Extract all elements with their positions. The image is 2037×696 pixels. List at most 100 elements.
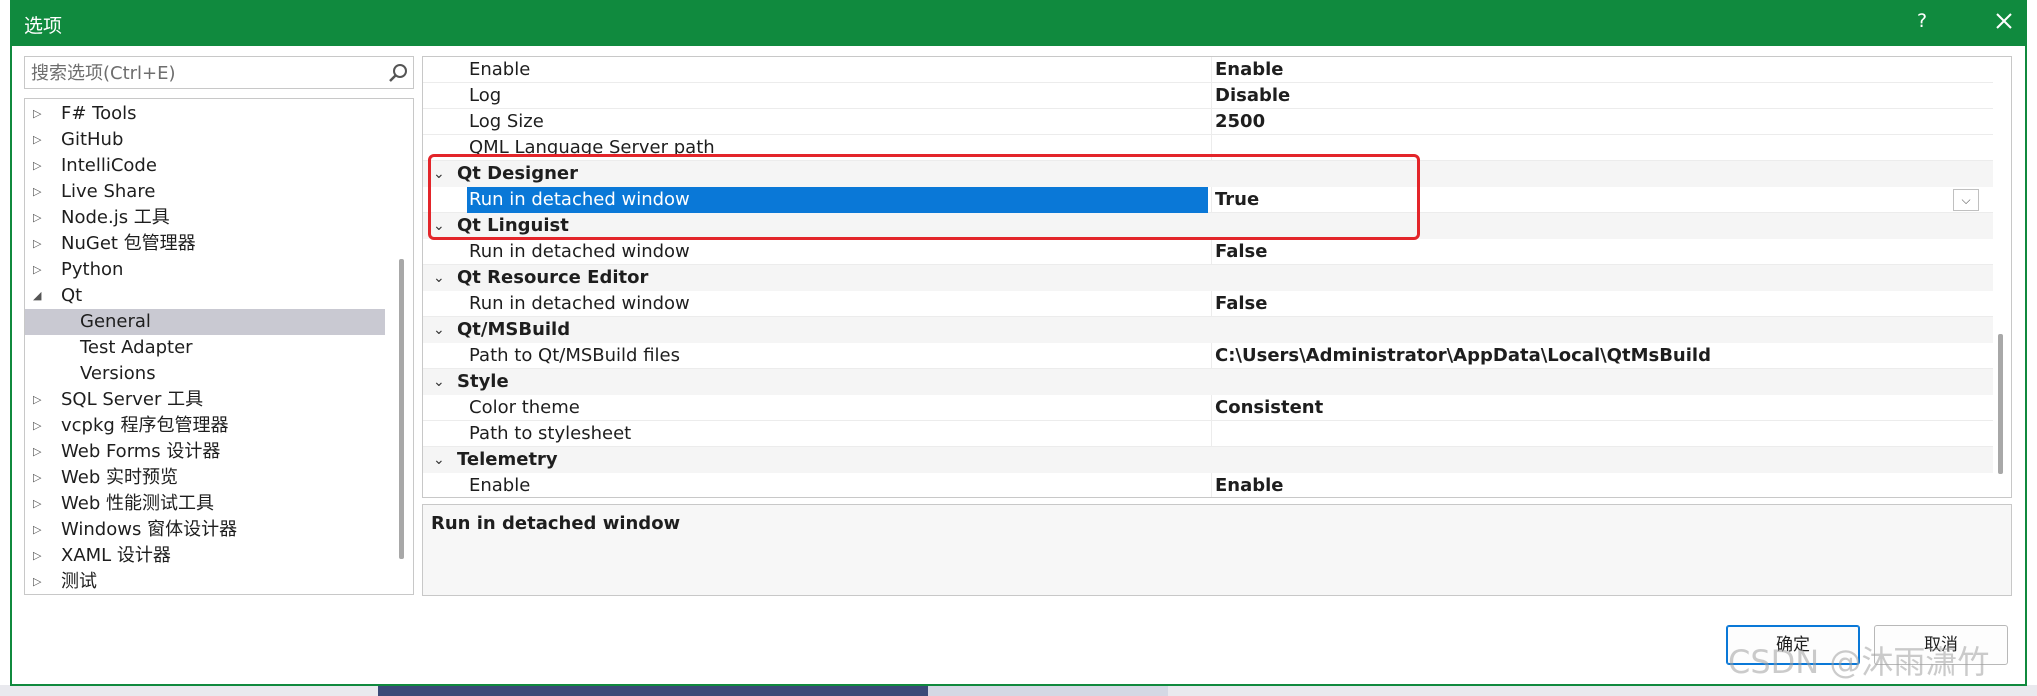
property-row[interactable]: Log Disable: [423, 83, 1993, 109]
background-app-taskbar: [0, 685, 2037, 696]
property-name: QML Language Server path: [469, 137, 715, 158]
property-name: Run in detached window: [469, 293, 690, 314]
property-name: Enable: [469, 475, 531, 496]
property-value[interactable]: [1213, 421, 1993, 447]
column-divider: [1211, 57, 1212, 83]
title-bar: 选项 ?: [12, 0, 2027, 46]
collapse-chevron-icon[interactable]: ⌄: [433, 265, 445, 291]
property-row[interactable]: Path to stylesheet: [423, 421, 1993, 447]
property-value[interactable]: Enable: [1213, 473, 1993, 497]
tree-item[interactable]: ▷ F# Tools: [25, 101, 385, 127]
property-value[interactable]: Enable: [1213, 57, 1993, 83]
category-row[interactable]: ⌄ Qt Resource Editor: [423, 265, 1993, 291]
expand-arrow-icon[interactable]: ▷: [33, 439, 45, 465]
tree-item[interactable]: General: [25, 309, 385, 335]
property-value[interactable]: False: [1213, 239, 1993, 265]
tree-item-label: General: [80, 311, 151, 332]
category-row[interactable]: ⌄ Style: [423, 369, 1993, 395]
property-name: Enable: [469, 59, 531, 80]
tree-item[interactable]: ▷ Web Forms 设计器: [25, 439, 385, 465]
property-grid: Enable Enable ⌄ Telemetry Path to stylesheet…: [422, 56, 2012, 498]
category-row[interactable]: ⌄ Telemetry: [423, 447, 1993, 473]
expand-arrow-icon[interactable]: ▷: [33, 153, 45, 179]
expand-arrow-icon[interactable]: ▷: [33, 491, 45, 517]
tree-item[interactable]: ▷ Node.js 工具: [25, 205, 385, 231]
collapse-chevron-icon[interactable]: ⌄: [433, 447, 445, 473]
help-button[interactable]: ?: [1917, 10, 1927, 32]
property-row[interactable]: Run in detached window False: [423, 239, 1993, 265]
tree-item[interactable]: ▷ 测试: [25, 569, 385, 594]
search-input[interactable]: [31, 61, 371, 85]
tree-item[interactable]: ▷ Web 实时预览: [25, 465, 385, 491]
property-value[interactable]: 2500: [1213, 109, 1993, 135]
expand-arrow-icon[interactable]: ▷: [33, 387, 45, 413]
tree-item-label: F# Tools: [61, 103, 137, 124]
collapse-chevron-icon[interactable]: ⌄: [433, 213, 445, 239]
tree-item[interactable]: Versions: [25, 361, 385, 387]
tree-item-label: GitHub: [61, 129, 124, 150]
collapse-chevron-icon[interactable]: ⌄: [433, 317, 445, 343]
property-row[interactable]: Log Size 2500: [423, 109, 1993, 135]
tree-item[interactable]: ▷ Python: [25, 257, 385, 283]
search-icon[interactable]: [387, 62, 409, 84]
close-button[interactable]: [1989, 6, 2019, 36]
expand-arrow-icon[interactable]: ▷: [33, 127, 45, 153]
tree-item-label: Web Forms 设计器: [61, 441, 221, 462]
collapse-chevron-icon[interactable]: ⌄: [433, 161, 445, 187]
tree-item-label: Live Share: [61, 181, 156, 202]
expand-arrow-icon[interactable]: ▷: [33, 205, 45, 231]
tree-item[interactable]: ▷ Windows 窗体设计器: [25, 517, 385, 543]
property-row[interactable]: Enable Enable: [423, 57, 1993, 83]
tree-item-label: Qt: [61, 285, 83, 306]
property-value[interactable]: Disable: [1213, 83, 1993, 109]
expand-arrow-icon[interactable]: ▷: [33, 569, 45, 594]
category-label: Telemetry: [457, 449, 558, 470]
property-value[interactable]: [1213, 135, 1993, 161]
tree-item[interactable]: Test Adapter: [25, 335, 385, 361]
property-row[interactable]: Color theme Consistent: [423, 395, 1993, 421]
category-row[interactable]: ⌄ Qt Designer: [423, 161, 1993, 187]
expand-arrow-icon[interactable]: ▷: [33, 517, 45, 543]
tree-item[interactable]: ▷ XAML 设计器: [25, 543, 385, 569]
tree-item[interactable]: ▷ NuGet 包管理器: [25, 231, 385, 257]
chevron-down-icon[interactable]: ⌵: [1953, 189, 1979, 211]
category-label: Qt Designer: [457, 163, 578, 184]
collapse-chevron-icon[interactable]: ⌄: [433, 369, 445, 395]
property-row[interactable]: Run in detached window True ⌵: [423, 187, 1993, 213]
category-row[interactable]: ⌄ Qt Linguist: [423, 213, 1993, 239]
column-divider: [1211, 83, 1212, 109]
tree-item[interactable]: ▷ SQL Server 工具: [25, 387, 385, 413]
tree-item-label: Web 性能测试工具: [61, 493, 214, 514]
tree-item[interactable]: ▷ vcpkg 程序包管理器: [25, 413, 385, 439]
column-divider: [1211, 421, 1212, 447]
tree-item[interactable]: ▷ GitHub: [25, 127, 385, 153]
tree-item[interactable]: ▷ Live Share: [25, 179, 385, 205]
collapse-arrow-icon[interactable]: ◢: [33, 283, 45, 309]
tree-item-label: NuGet 包管理器: [61, 233, 196, 254]
property-value[interactable]: C:\Users\Administrator\AppData\Local\QtM…: [1213, 343, 1993, 369]
tree-item[interactable]: ◢ Qt: [25, 283, 385, 309]
grid-scrollbar[interactable]: [1998, 334, 2003, 474]
expand-arrow-icon[interactable]: ▷: [33, 179, 45, 205]
property-name: Path to Qt/MSBuild files: [469, 345, 680, 366]
property-value[interactable]: Consistent: [1213, 395, 1993, 421]
tree-scrollbar[interactable]: [399, 259, 404, 559]
property-row[interactable]: Enable Enable: [423, 473, 1993, 497]
tree-item[interactable]: ▷ Web 性能测试工具: [25, 491, 385, 517]
property-row[interactable]: Run in detached window False: [423, 291, 1993, 317]
property-name: Path to stylesheet: [469, 423, 632, 444]
property-row[interactable]: Path to Qt/MSBuild files C:\Users\Adminis…: [423, 343, 1993, 369]
property-row[interactable]: QML Language Server path: [423, 135, 1993, 161]
expand-arrow-icon[interactable]: ▷: [33, 465, 45, 491]
tree-item[interactable]: ▷ IntelliCode: [25, 153, 385, 179]
expand-arrow-icon[interactable]: ▷: [33, 543, 45, 569]
column-divider: [1211, 395, 1212, 421]
property-name: Log: [469, 85, 502, 106]
expand-arrow-icon[interactable]: ▷: [33, 101, 45, 127]
expand-arrow-icon[interactable]: ▷: [33, 413, 45, 439]
category-row[interactable]: ⌄ Qt/MSBuild: [423, 317, 1993, 343]
expand-arrow-icon[interactable]: ▷: [33, 231, 45, 257]
property-value[interactable]: True: [1213, 187, 1993, 213]
expand-arrow-icon[interactable]: ▷: [33, 257, 45, 283]
property-value[interactable]: False: [1213, 291, 1993, 317]
